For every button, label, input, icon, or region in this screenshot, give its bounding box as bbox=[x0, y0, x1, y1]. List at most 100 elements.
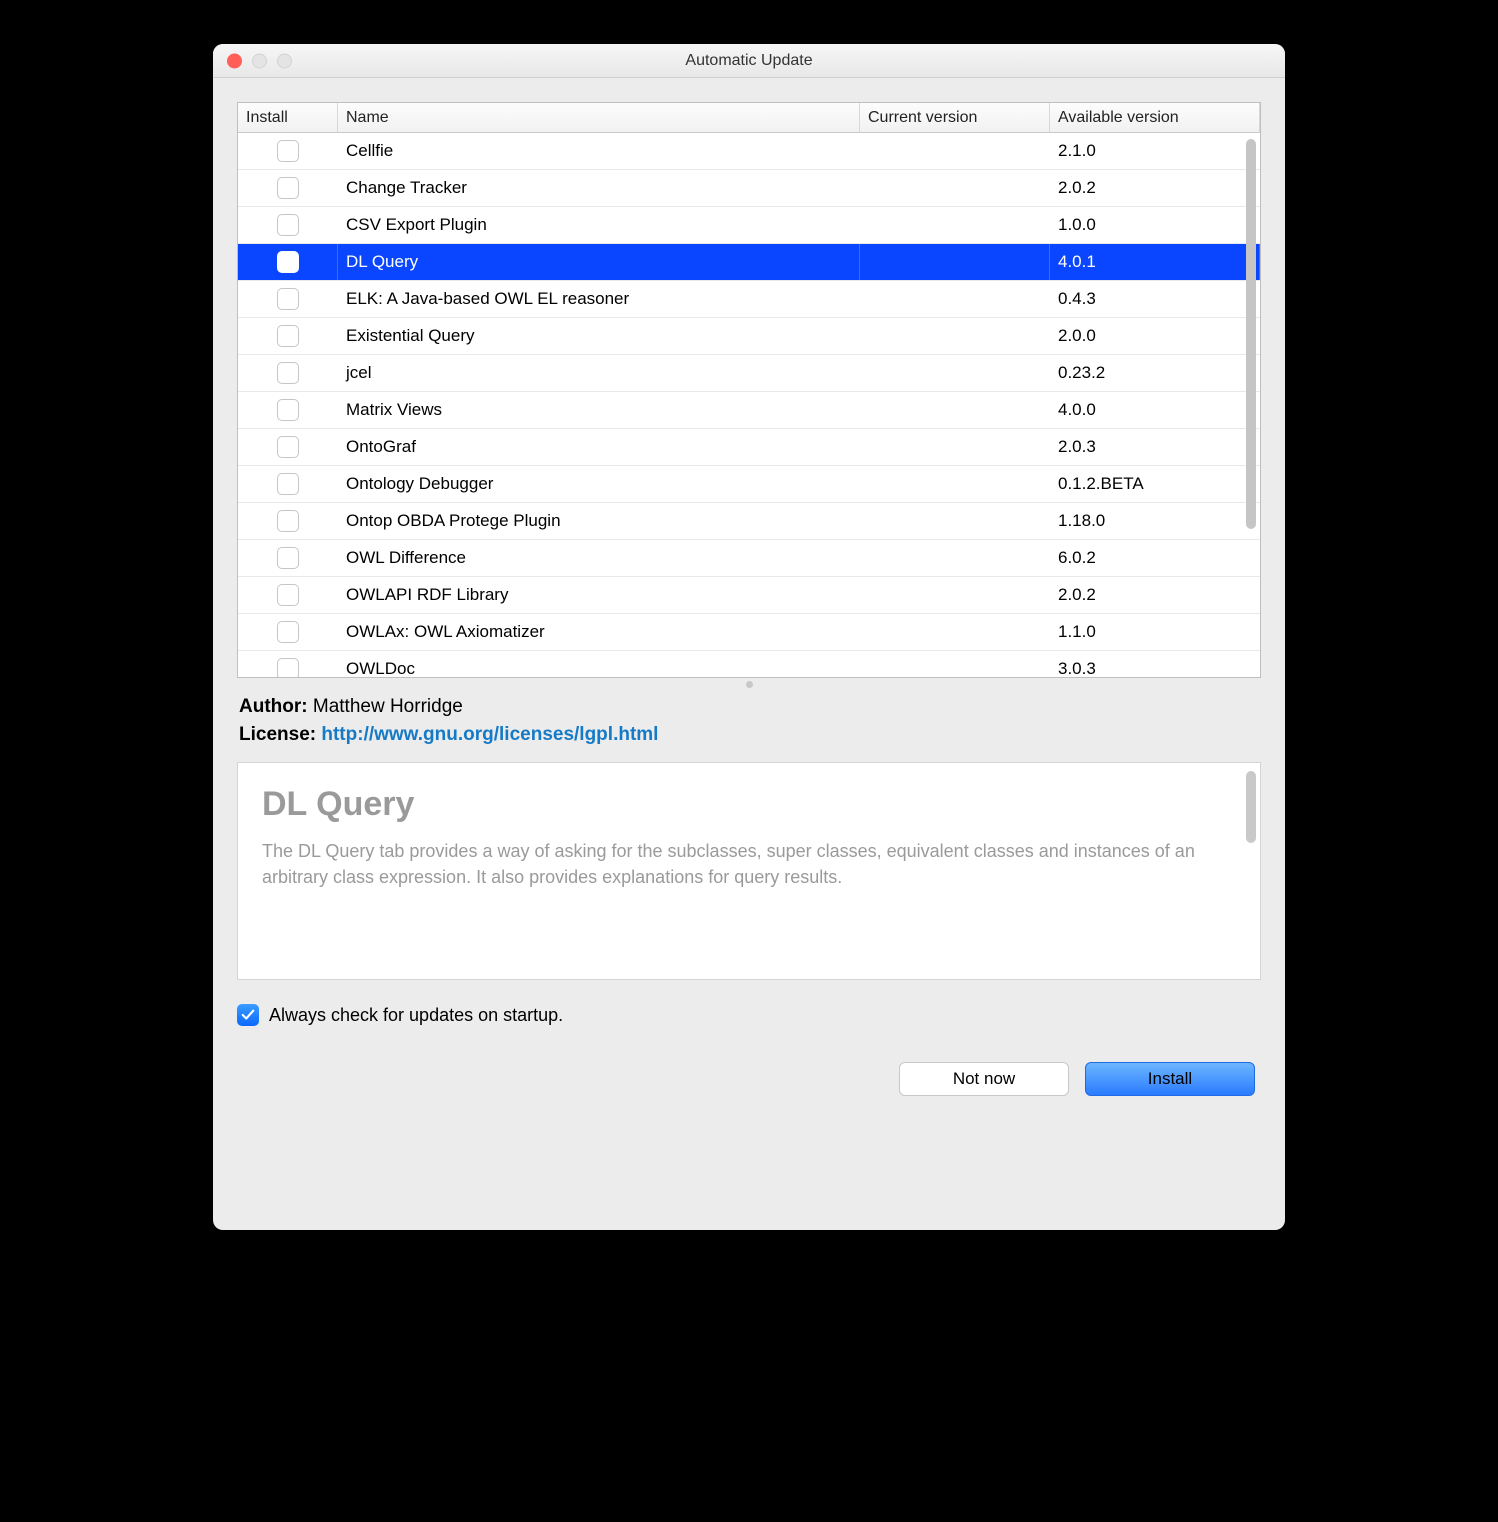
table-row[interactable]: CSV Export Plugin 1.0.0 bbox=[238, 207, 1260, 244]
install-checkbox[interactable] bbox=[277, 584, 299, 606]
install-checkbox[interactable] bbox=[277, 399, 299, 421]
not-now-button[interactable]: Not now bbox=[899, 1062, 1069, 1096]
available-version-cell: 6.0.2 bbox=[1050, 540, 1260, 576]
available-version-cell: 0.1.2.BETA bbox=[1050, 466, 1260, 502]
current-version-cell bbox=[860, 540, 1050, 576]
header-name[interactable]: Name bbox=[338, 103, 860, 132]
install-cell bbox=[238, 540, 338, 576]
plugin-table: Install Name Current version Available v… bbox=[237, 102, 1261, 678]
current-version-cell bbox=[860, 651, 1050, 677]
table-row[interactable]: OWLAPI RDF Library 2.0.2 bbox=[238, 577, 1260, 614]
current-version-cell bbox=[860, 503, 1050, 539]
license-label: License: bbox=[239, 724, 316, 745]
available-version-cell: 0.4.3 bbox=[1050, 281, 1260, 317]
zoom-icon bbox=[277, 53, 292, 68]
available-version-cell: 2.0.2 bbox=[1050, 577, 1260, 613]
scrollbar-track bbox=[1244, 133, 1258, 675]
current-version-cell bbox=[860, 133, 1050, 169]
table-row[interactable]: DL Query 4.0.1 bbox=[238, 244, 1260, 281]
table-row[interactable]: Ontop OBDA Protege Plugin1.18.0 bbox=[238, 503, 1260, 540]
minimize-icon bbox=[252, 53, 267, 68]
current-version-cell bbox=[860, 318, 1050, 354]
current-version-cell bbox=[860, 281, 1050, 317]
scrollbar-thumb[interactable] bbox=[1246, 139, 1256, 529]
table-row[interactable]: OWLDoc 3.0.3 bbox=[238, 651, 1260, 677]
header-current-version[interactable]: Current version bbox=[860, 103, 1050, 132]
header-available-version[interactable]: Available version bbox=[1050, 103, 1260, 132]
table-row[interactable]: OWL Difference6.0.2 bbox=[238, 540, 1260, 577]
install-checkbox[interactable] bbox=[277, 473, 299, 495]
window-controls bbox=[227, 53, 292, 68]
install-button[interactable]: Install bbox=[1085, 1062, 1255, 1096]
available-version-cell: 3.0.3 bbox=[1050, 651, 1260, 677]
name-cell: jcel bbox=[338, 355, 860, 391]
table-row[interactable]: Existential Query 2.0.0 bbox=[238, 318, 1260, 355]
current-version-cell bbox=[860, 355, 1050, 391]
current-version-cell bbox=[860, 207, 1050, 243]
table-header: Install Name Current version Available v… bbox=[238, 103, 1260, 133]
author-line: Author: Matthew Horridge bbox=[239, 696, 1259, 718]
license-link[interactable]: http://www.gnu.org/licenses/lgpl.html bbox=[321, 724, 658, 745]
content-area: Install Name Current version Available v… bbox=[213, 78, 1285, 1230]
name-cell: Change Tracker bbox=[338, 170, 860, 206]
name-cell: Ontology Debugger bbox=[338, 466, 860, 502]
table-row[interactable]: OWLAx: OWL Axiomatizer1.1.0 bbox=[238, 614, 1260, 651]
detail-scrollbar-thumb[interactable] bbox=[1246, 771, 1256, 843]
name-cell: Cellfie bbox=[338, 133, 860, 169]
titlebar: Automatic Update bbox=[213, 44, 1285, 78]
install-checkbox[interactable] bbox=[277, 510, 299, 532]
author-value: Matthew Horridge bbox=[313, 696, 463, 717]
install-checkbox[interactable] bbox=[277, 658, 299, 677]
name-cell: CSV Export Plugin bbox=[338, 207, 860, 243]
check-icon bbox=[241, 1008, 255, 1022]
install-checkbox[interactable] bbox=[277, 621, 299, 643]
install-checkbox[interactable] bbox=[277, 140, 299, 162]
install-cell bbox=[238, 577, 338, 613]
install-cell bbox=[238, 355, 338, 391]
detail-description: The DL Query tab provides a way of askin… bbox=[262, 838, 1222, 890]
startup-row: Always check for updates on startup. bbox=[237, 1004, 1261, 1026]
available-version-cell: 0.23.2 bbox=[1050, 355, 1260, 391]
available-version-cell: 2.0.2 bbox=[1050, 170, 1260, 206]
header-install[interactable]: Install bbox=[238, 103, 338, 132]
name-cell: OWLDoc bbox=[338, 651, 860, 677]
install-checkbox[interactable] bbox=[277, 214, 299, 236]
install-checkbox[interactable] bbox=[277, 325, 299, 347]
available-version-cell: 2.0.0 bbox=[1050, 318, 1260, 354]
available-version-cell: 1.18.0 bbox=[1050, 503, 1260, 539]
current-version-cell bbox=[860, 244, 1050, 280]
install-cell bbox=[238, 429, 338, 465]
install-checkbox[interactable] bbox=[277, 436, 299, 458]
install-checkbox[interactable] bbox=[277, 251, 299, 273]
name-cell: OWLAPI RDF Library bbox=[338, 577, 860, 613]
license-line: License: http://www.gnu.org/licenses/lgp… bbox=[239, 724, 1259, 746]
available-version-cell: 4.0.0 bbox=[1050, 392, 1260, 428]
available-version-cell: 1.0.0 bbox=[1050, 207, 1260, 243]
window-title: Automatic Update bbox=[213, 52, 1285, 70]
table-row[interactable]: ELK: A Java-based OWL EL reasoner0.4.3 bbox=[238, 281, 1260, 318]
table-row[interactable]: Change Tracker 2.0.2 bbox=[238, 170, 1260, 207]
close-icon[interactable] bbox=[227, 53, 242, 68]
current-version-cell bbox=[860, 392, 1050, 428]
install-cell bbox=[238, 133, 338, 169]
install-cell bbox=[238, 466, 338, 502]
install-checkbox[interactable] bbox=[277, 362, 299, 384]
table-row[interactable]: Matrix Views4.0.0 bbox=[238, 392, 1260, 429]
table-row[interactable]: Ontology Debugger 0.1.2.BETA bbox=[238, 466, 1260, 503]
name-cell: Existential Query bbox=[338, 318, 860, 354]
install-cell bbox=[238, 614, 338, 650]
table-row[interactable]: Cellfie2.1.0 bbox=[238, 133, 1260, 170]
install-checkbox[interactable] bbox=[277, 547, 299, 569]
available-version-cell: 4.0.1 bbox=[1050, 244, 1260, 280]
table-row[interactable]: OntoGraf2.0.3 bbox=[238, 429, 1260, 466]
startup-label: Always check for updates on startup. bbox=[269, 1005, 563, 1026]
install-cell bbox=[238, 244, 338, 280]
install-checkbox[interactable] bbox=[277, 177, 299, 199]
install-checkbox[interactable] bbox=[277, 288, 299, 310]
name-cell: OntoGraf bbox=[338, 429, 860, 465]
table-row[interactable]: jcel 0.23.2 bbox=[238, 355, 1260, 392]
install-cell bbox=[238, 170, 338, 206]
name-cell: DL Query bbox=[338, 244, 860, 280]
splitter-handle[interactable] bbox=[237, 678, 1261, 690]
startup-checkbox[interactable] bbox=[237, 1004, 259, 1026]
